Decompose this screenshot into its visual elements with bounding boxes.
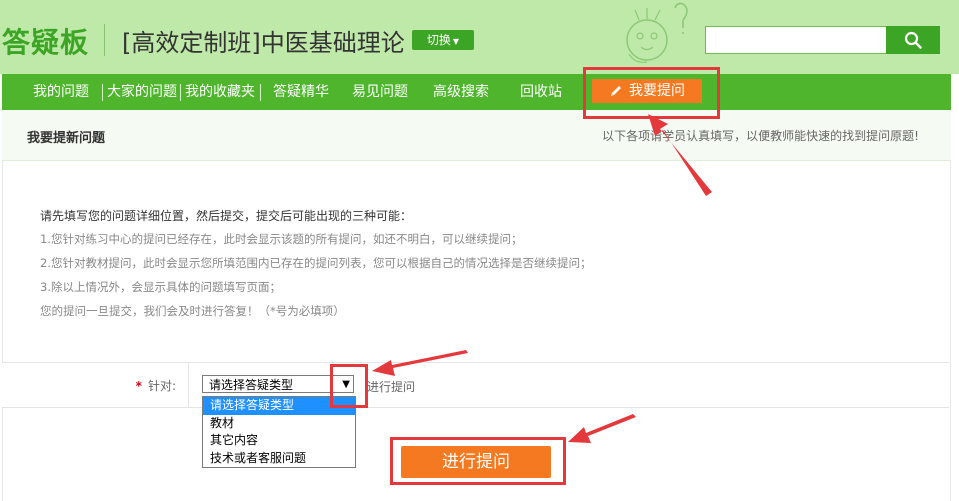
required-mark: *	[135, 379, 142, 393]
intro-line: 1.您针对练习中心的提问已经存在，此时会显示该题的所有提问，如还不明白，可以继续…	[40, 232, 523, 246]
dropdown-option[interactable]: 其它内容	[203, 432, 355, 450]
annotation-box	[330, 364, 368, 408]
ask-hint-text: 进行提问	[367, 380, 416, 394]
question-type-label-text: 针对:	[147, 379, 176, 393]
nav-item-recycle-bin[interactable]: 回收站	[520, 74, 562, 110]
intro-line: 您的提问一旦提交，我们会及时进行答复！（*号为必填项）	[40, 304, 345, 318]
search-icon	[904, 31, 922, 49]
nav-item-my-questions[interactable]: 我的问题	[33, 74, 89, 110]
nav-divider	[180, 84, 181, 101]
mascot-illustration	[626, 2, 688, 63]
intro-line: 3.除以上情况外，会显示具体的问题填写页面；	[40, 280, 281, 294]
nav-divider	[260, 84, 261, 101]
intro-heading: 请先填写您的问题详细位置，然后提交，提交后可能出现的三种可能：	[40, 209, 413, 223]
switch-course-button[interactable]: 切换 ▼	[412, 30, 474, 50]
search-input[interactable]	[705, 26, 886, 54]
nav-item-all-questions[interactable]: 大家的问题	[107, 74, 177, 110]
nav-item-advanced-search[interactable]: 高级搜索	[433, 74, 489, 110]
nav-item-favorites[interactable]: 我的收藏夹	[185, 74, 255, 110]
nav-divider	[102, 84, 103, 101]
course-title: [高效定制班]中医基础理论	[122, 29, 405, 57]
section-title: 我要提新问题	[27, 131, 106, 146]
annotation-box	[583, 67, 720, 119]
caret-down-icon: ▼	[452, 37, 460, 46]
intro-line: 2.您针对教材提问，此时会显示您所填范围内已存在的提问列表，您可以根据自己的情况…	[40, 256, 592, 270]
nav-item-common-questions[interactable]: 易见问题	[352, 74, 408, 110]
section-tip: 以下各项请学员认真填写，以便教师能快速的找到提问原题!	[602, 129, 919, 143]
main-nav: 我的问题 大家的问题 我的收藏夹 答疑精华 易见问题 高级搜索 回收站	[2, 74, 951, 110]
site-logo[interactable]: 答疑板	[2, 21, 89, 61]
section-header: 我要提新问题 以下各项请学员认真填写，以便教师能快速的找到提问原题!	[2, 110, 951, 161]
question-type-select-value: 请选择答疑类型	[209, 378, 294, 392]
question-type-row: * 针对:	[2, 362, 949, 408]
nav-item-featured[interactable]: 答疑精华	[273, 74, 329, 110]
dropdown-option[interactable]: 教材	[203, 415, 355, 433]
annotation-box	[390, 437, 566, 485]
search-button[interactable]	[886, 26, 940, 54]
switch-label: 切换	[426, 33, 451, 47]
form-label-cell: * 针对:	[2, 363, 189, 407]
dropdown-option[interactable]: 技术或者客服问题	[203, 450, 355, 468]
logo-divider	[104, 24, 105, 56]
question-type-label: * 针对:	[136, 377, 176, 394]
